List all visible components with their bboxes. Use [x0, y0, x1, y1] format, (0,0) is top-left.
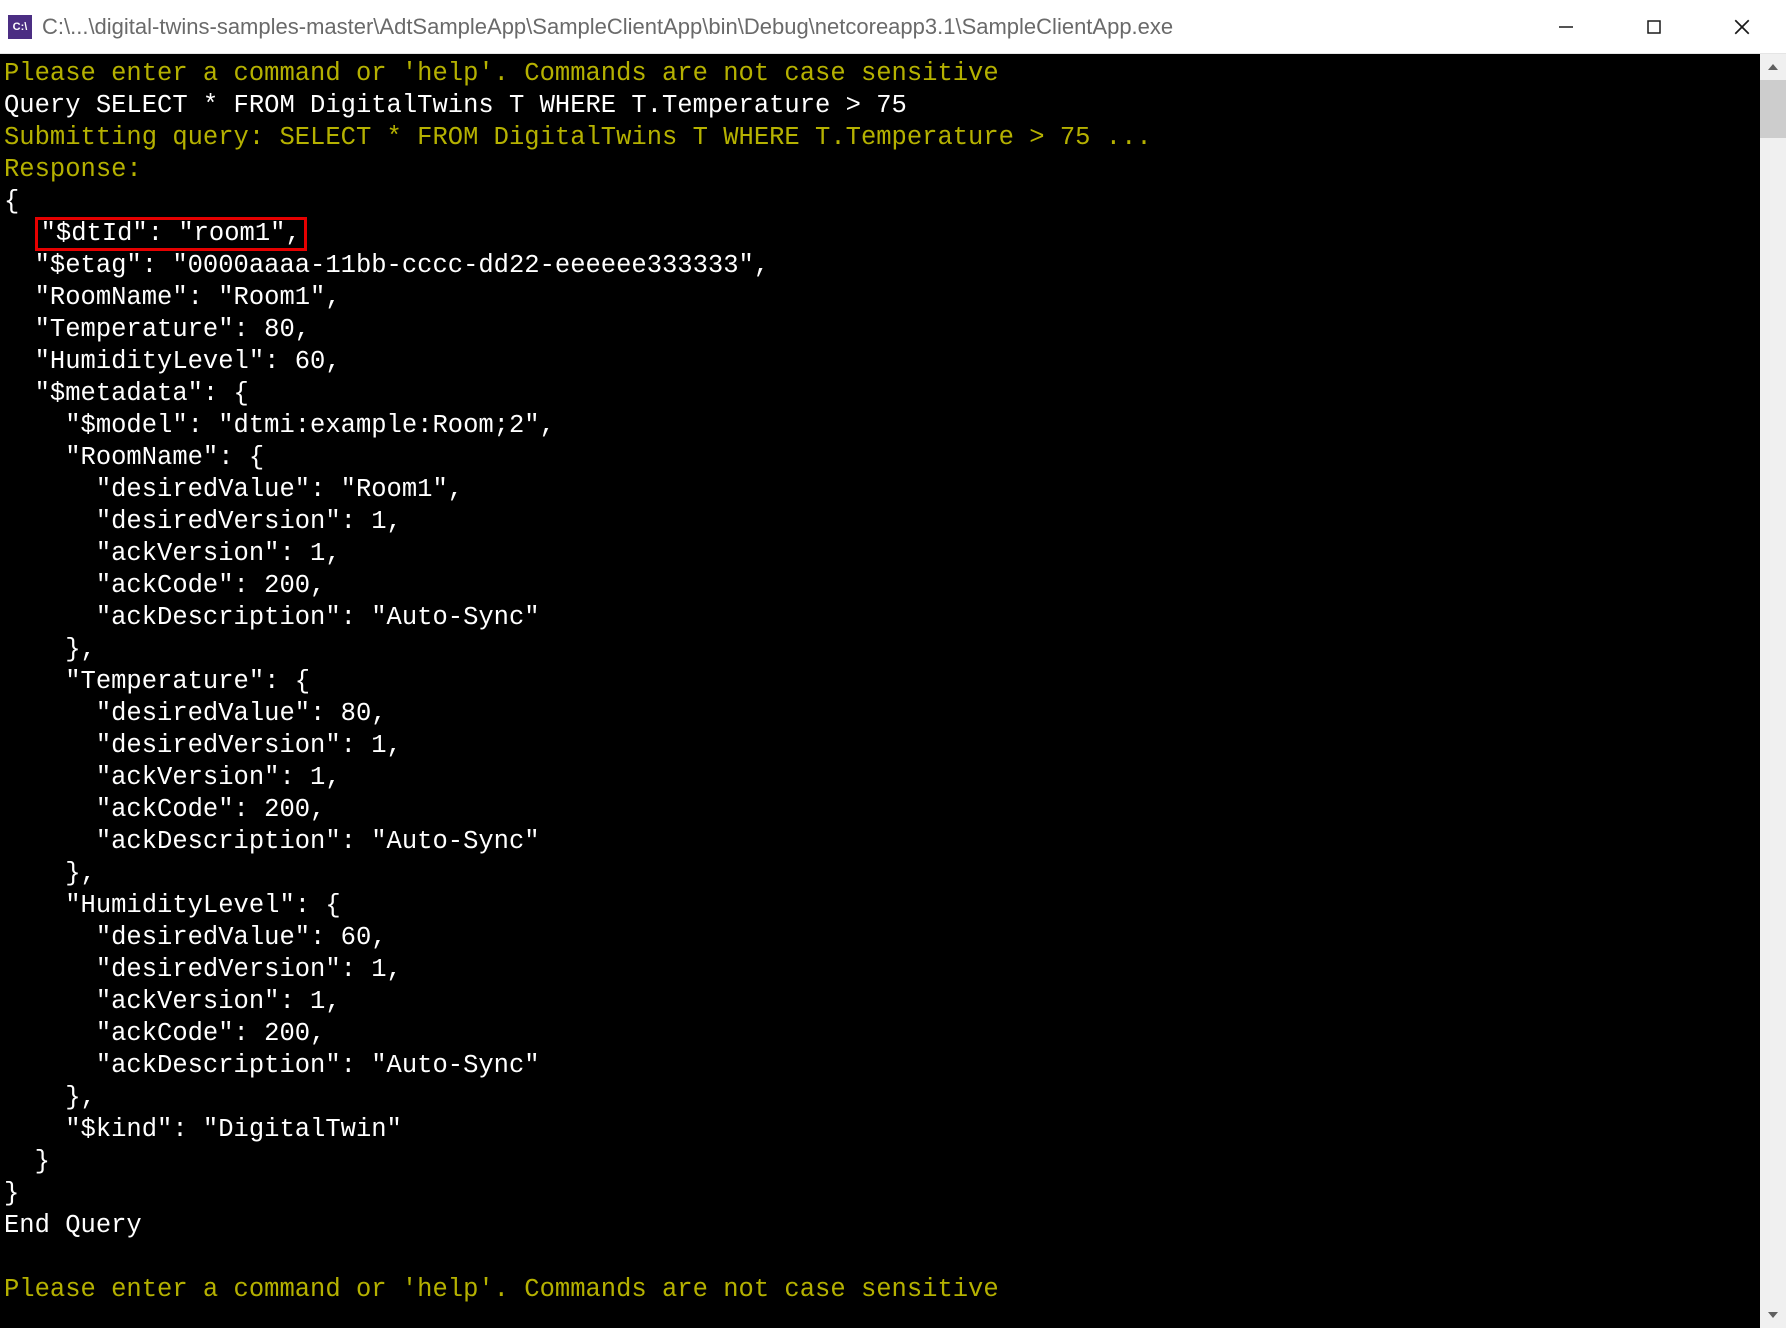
- json-line: "desiredValue": 60,: [4, 923, 387, 952]
- response-label: Response:: [4, 155, 142, 184]
- titlebar[interactable]: C:\ C:\...\digital-twins-samples-master\…: [0, 0, 1786, 54]
- json-line: "RoomName": {: [4, 443, 264, 472]
- json-line: "ackCode": 200,: [4, 1019, 325, 1048]
- json-line: "ackCode": 200,: [4, 571, 325, 600]
- app-icon: C:\: [8, 15, 32, 39]
- json-line: "Temperature": {: [4, 667, 310, 696]
- close-icon: [1733, 18, 1751, 36]
- json-line: "ackVersion": 1,: [4, 539, 341, 568]
- json-line: "desiredVersion": 1,: [4, 955, 402, 984]
- json-line: "HumidityLevel": {: [4, 891, 341, 920]
- dtid-highlight: "$dtId": "room1",: [35, 217, 307, 251]
- json-line: "ackDescription": "Auto-Sync": [4, 603, 540, 632]
- chevron-down-icon: [1768, 1312, 1778, 1318]
- scroll-down-button[interactable]: [1760, 1302, 1786, 1328]
- window-controls: [1522, 0, 1786, 53]
- maximize-icon: [1646, 19, 1662, 35]
- minimize-button[interactable]: [1522, 0, 1610, 53]
- console-output[interactable]: Please enter a command or 'help'. Comman…: [0, 54, 1760, 1328]
- json-line: "ackVersion": 1,: [4, 763, 341, 792]
- json-line: "ackCode": 200,: [4, 795, 325, 824]
- json-line: "$kind": "DigitalTwin": [4, 1115, 402, 1144]
- client-area: Please enter a command or 'help'. Comman…: [0, 54, 1786, 1328]
- json-line: "$metadata": {: [4, 379, 249, 408]
- json-line: "$etag": "0000aaaa-11bb-cccc-dd22-eeeeee…: [4, 251, 769, 280]
- json-line: "HumidityLevel": 60,: [4, 347, 341, 376]
- json-line: "desiredVersion": 1,: [4, 507, 402, 536]
- submitting-line: Submitting query: SELECT * FROM DigitalT…: [4, 123, 1152, 152]
- minimize-icon: [1558, 19, 1574, 35]
- json-line: [4, 219, 35, 248]
- scroll-up-button[interactable]: [1760, 54, 1786, 80]
- prompt-line: Please enter a command or 'help'. Comman…: [4, 59, 999, 88]
- json-line: "$model": "dtmi:example:Room;2",: [4, 411, 555, 440]
- scroll-thumb[interactable]: [1760, 80, 1786, 138]
- json-line: "ackVersion": 1,: [4, 987, 341, 1016]
- json-line: "Temperature": 80,: [4, 315, 310, 344]
- json-line: }: [4, 1147, 50, 1176]
- maximize-button[interactable]: [1610, 0, 1698, 53]
- close-button[interactable]: [1698, 0, 1786, 53]
- json-line: "desiredValue": "Room1",: [4, 475, 463, 504]
- chevron-up-icon: [1768, 64, 1778, 70]
- app-window: C:\ C:\...\digital-twins-samples-master\…: [0, 0, 1786, 1328]
- window-title: C:\...\digital-twins-samples-master\AdtS…: [42, 14, 1522, 40]
- scroll-track[interactable]: [1760, 80, 1786, 1302]
- vertical-scrollbar[interactable]: [1760, 54, 1786, 1328]
- prompt-line: Please enter a command or 'help'. Comman…: [4, 1275, 999, 1304]
- json-line: "ackDescription": "Auto-Sync": [4, 1051, 540, 1080]
- json-line: "RoomName": "Room1",: [4, 283, 341, 312]
- json-line: },: [4, 859, 96, 888]
- json-line: },: [4, 635, 96, 664]
- json-open: {: [4, 187, 19, 216]
- json-line: "desiredValue": 80,: [4, 699, 387, 728]
- end-query-line: End Query: [4, 1211, 142, 1240]
- json-close: }: [4, 1179, 19, 1208]
- json-line: "ackDescription": "Auto-Sync": [4, 827, 540, 856]
- json-line: },: [4, 1083, 96, 1112]
- query-input-line: Query SELECT * FROM DigitalTwins T WHERE…: [4, 91, 907, 120]
- json-line: "desiredVersion": 1,: [4, 731, 402, 760]
